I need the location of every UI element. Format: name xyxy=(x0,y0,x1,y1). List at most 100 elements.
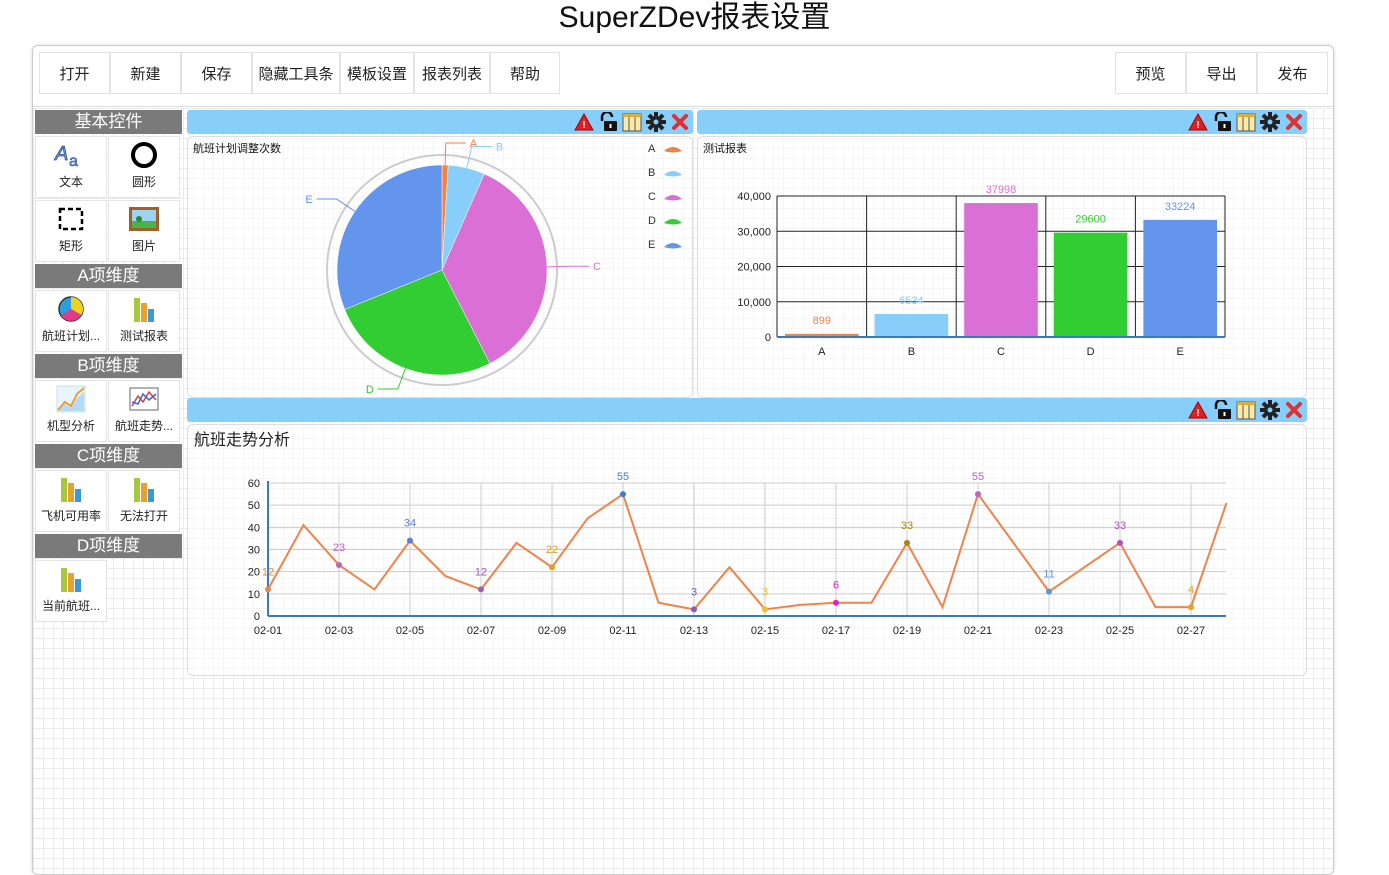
x-tick-label: 02-03 xyxy=(325,625,353,637)
bar xyxy=(1053,232,1128,337)
text-icon: Aa xyxy=(54,137,88,173)
export-button[interactable]: 导出 xyxy=(1186,52,1257,94)
report-list-button[interactable]: 报表列表 xyxy=(414,52,490,94)
line-chart-icon xyxy=(55,381,87,417)
tool-label: 航班计划... xyxy=(41,329,100,343)
bar-value-label: 29600 xyxy=(1075,214,1106,226)
tool-label: 测试报表 xyxy=(119,329,168,343)
close-icon[interactable] xyxy=(669,111,691,133)
data-label: 3 xyxy=(762,586,768,598)
section-basic-controls[interactable]: 基本控件 xyxy=(35,110,182,134)
line-chart-panel[interactable]: ! 航班走势分析 0 10 20 30 40 50 60 02-01 02-03 02-05 02-0… xyxy=(187,398,1307,676)
legend-label: D xyxy=(648,215,656,227)
template-settings-button[interactable]: 模板设置 xyxy=(340,52,414,94)
design-canvas[interactable]: 基本控件 Aa 文本 圆形 矩形 图片 A项维度 航班计划... 测试报表 B项… xyxy=(33,108,1333,874)
pie-chart-icon xyxy=(56,291,86,327)
data-label: 33 xyxy=(901,520,913,532)
preview-button[interactable]: 预览 xyxy=(1115,52,1186,94)
tool-flight-plan-pie[interactable]: 航班计划... xyxy=(35,290,107,352)
tool-flight-trend[interactable]: 航班走势... xyxy=(108,380,180,442)
component-sidebar: 基本控件 Aa 文本 圆形 矩形 图片 A项维度 航班计划... 测试报表 B项… xyxy=(35,110,182,624)
tool-current-flights[interactable]: 当前航班... xyxy=(35,560,107,622)
x-tick-label: 02-19 xyxy=(893,625,921,637)
help-button[interactable]: 帮助 xyxy=(490,52,560,94)
warning-icon[interactable]: ! xyxy=(573,111,595,133)
y-tick-label: 20 xyxy=(248,567,260,579)
data-point xyxy=(691,606,697,613)
close-icon[interactable] xyxy=(1283,399,1305,421)
gear-icon[interactable] xyxy=(645,111,667,133)
columns-icon[interactable] xyxy=(621,111,643,133)
tool-label: 圆形 xyxy=(131,175,156,189)
section-dimension-d[interactable]: D项维度 xyxy=(35,534,182,558)
legend-swatch xyxy=(664,147,682,153)
tool-label: 航班走势... xyxy=(114,419,173,433)
bar-value-label: 33224 xyxy=(1165,201,1196,213)
panel-header[interactable]: ! xyxy=(187,110,693,134)
data-label: 4 xyxy=(1188,584,1194,596)
data-point xyxy=(549,564,555,571)
rectangle-icon xyxy=(56,201,86,237)
data-label: 3 xyxy=(691,586,697,598)
panel-header[interactable]: ! xyxy=(697,110,1307,134)
data-label: 11 xyxy=(1043,569,1054,581)
data-point xyxy=(265,586,271,593)
data-label: 23 xyxy=(333,542,345,554)
gear-icon[interactable] xyxy=(1259,111,1281,133)
y-tick-label: 0 xyxy=(254,611,260,623)
data-point xyxy=(478,586,484,593)
image-icon xyxy=(127,201,161,237)
x-tick-label: E xyxy=(1177,346,1184,358)
page-title: SuperZDev报表设置 xyxy=(558,1,831,34)
x-tick-label: 02-07 xyxy=(467,625,495,637)
columns-icon[interactable] xyxy=(1235,111,1257,133)
x-tick-label: B xyxy=(908,346,915,358)
line-chart: 航班走势分析 0 10 20 30 40 50 60 02-01 02-03 02-05 02-07 0… xyxy=(194,431,1228,637)
y-tick-label: 60 xyxy=(248,478,260,490)
columns-icon[interactable] xyxy=(1235,399,1257,421)
toolbar: 打开 新建 保存 隐藏工具条 模板设置 报表列表 帮助 预览 导出 发布 xyxy=(33,46,1333,107)
close-icon[interactable] xyxy=(1283,111,1305,133)
save-button[interactable]: 保存 xyxy=(181,52,252,94)
new-button[interactable]: 新建 xyxy=(110,52,181,94)
tool-test-report[interactable]: 测试报表 xyxy=(108,290,180,352)
chart-title: 测试报表 xyxy=(703,141,747,155)
gear-icon[interactable] xyxy=(1259,399,1281,421)
data-point xyxy=(975,491,981,498)
tool-image[interactable]: 图片 xyxy=(108,200,180,262)
y-tick-label: 0 xyxy=(765,332,771,344)
bar xyxy=(1143,219,1217,337)
y-tick-label: 30,000 xyxy=(737,226,771,238)
hide-toolbar-button[interactable]: 隐藏工具条 xyxy=(252,52,340,94)
chart-title: 航班计划调整次数 xyxy=(193,141,281,155)
x-tick-label: 02-09 xyxy=(538,625,566,637)
section-dimension-a[interactable]: A项维度 xyxy=(35,264,182,288)
open-button[interactable]: 打开 xyxy=(39,52,110,94)
data-label: 33 xyxy=(1114,520,1126,532)
tool-text[interactable]: Aa 文本 xyxy=(35,136,107,198)
publish-button[interactable]: 发布 xyxy=(1257,52,1328,94)
section-dimension-b[interactable]: B项维度 xyxy=(35,354,182,378)
warning-icon[interactable]: ! xyxy=(1187,399,1209,421)
section-dimension-c[interactable]: C项维度 xyxy=(35,444,182,468)
y-tick-label: 40,000 xyxy=(737,191,771,203)
tool-aircraft-availability[interactable]: 飞机可用率 xyxy=(35,470,107,532)
unlock-icon[interactable] xyxy=(597,111,619,133)
unlock-icon[interactable] xyxy=(1211,111,1233,133)
panel-header[interactable]: ! xyxy=(187,398,1307,422)
x-tick-label: 02-15 xyxy=(751,625,779,637)
warning-icon[interactable]: ! xyxy=(1187,111,1209,133)
pie-chart-panel[interactable]: ! 航班计划调整次数 A B C D E A B C D E xyxy=(187,110,693,398)
tool-circle[interactable]: 圆形 xyxy=(108,136,180,198)
x-tick-label: 02-21 xyxy=(964,625,992,637)
tool-cannot-open[interactable]: 无法打开 xyxy=(108,470,180,532)
tool-rectangle[interactable]: 矩形 xyxy=(35,200,107,262)
bar-chart-panel[interactable]: ! 测试报表 0 10,000 20,000 30,000 40,000 899 A 6534 B… xyxy=(697,110,1307,398)
panel-body: 测试报表 0 10,000 20,000 30,000 40,000 899 A 6534 B 37… xyxy=(697,136,1307,398)
legend-label: E xyxy=(648,239,655,251)
data-point xyxy=(833,599,839,606)
series-line xyxy=(267,491,1228,611)
pie-label: B xyxy=(496,142,503,154)
unlock-icon[interactable] xyxy=(1211,399,1233,421)
tool-aircraft-analysis[interactable]: 机型分析 xyxy=(35,380,107,442)
